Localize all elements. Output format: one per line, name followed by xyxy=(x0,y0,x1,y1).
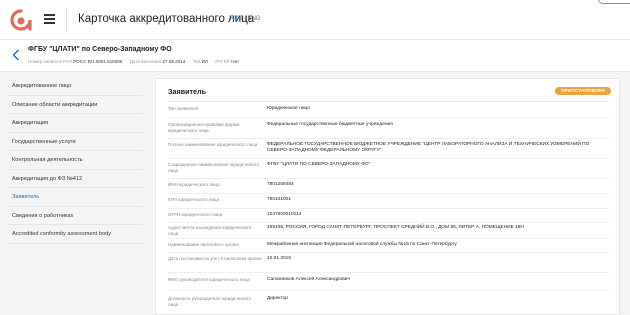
page-title: Карточка аккредитованного лица xyxy=(78,13,255,25)
sidebar-item-applicant[interactable]: Заявитель xyxy=(8,188,143,207)
language-switch: RUS | ENG xyxy=(230,16,261,22)
sidebar-item-label: Заявитель xyxy=(12,194,40,200)
sidebar: Аккредитованное лицо Описание области ак… xyxy=(8,77,143,244)
field-row: ФИО руководителя юридического лица Сапож… xyxy=(168,277,609,291)
field-value: 10.01.2015 xyxy=(267,256,292,261)
meta-value: Нет xyxy=(231,59,240,64)
sidebar-item-label: Accredited conformity assessment body xyxy=(12,231,111,237)
sidebar-item-label: Государственные услуги xyxy=(12,138,76,145)
record-title: ФГБУ "ЦЛАТИ" по Северо-Западному ФО xyxy=(28,46,172,53)
top-right-button[interactable] xyxy=(598,0,630,4)
field-label: Тип заявителя xyxy=(168,106,199,111)
field-row: КПП юридического лица 780101001 xyxy=(168,197,609,209)
field-row: Наименование налогового органа Межрайонн… xyxy=(168,242,609,253)
back-arrow-icon[interactable] xyxy=(12,49,20,61)
field-value: Юридическое лицо xyxy=(267,106,310,111)
header-divider xyxy=(66,8,67,32)
field-row: Дата постановки на учет в налоговом орга… xyxy=(168,256,609,273)
sidebar-item-accredited-body[interactable]: Accredited conformity assessment body xyxy=(8,225,143,244)
field-row: Должность руководителя юридического лица… xyxy=(168,296,609,312)
field-value: Сапожников Алексей Александрович xyxy=(267,277,350,282)
field-label: Организационно-правовая форма юридическо… xyxy=(168,122,240,133)
meta-value: РОСС RU.0001.515006 xyxy=(73,59,123,64)
field-value: Межрайонная инспекция Федеральной налого… xyxy=(267,242,457,247)
field-label: ИНН юридического лица xyxy=(168,182,220,187)
sidebar-item-label: Аккредитация xyxy=(12,120,49,126)
sidebar-item-fz412[interactable]: Аккредитация до ФЗ №412 xyxy=(8,170,143,188)
field-value: Директор xyxy=(267,296,288,301)
field-value: 199106, РОССИЯ, ГОРОД САНКТ-ПЕТЕРБУРГ, П… xyxy=(267,225,524,230)
field-row: Организационно-правовая форма юридическо… xyxy=(168,122,609,139)
meta-value: ИЛ xyxy=(201,59,208,64)
sidebar-item-scope[interactable]: Описание области аккредитации xyxy=(8,96,143,114)
sidebar-item-label: Аккредитация до ФЗ №412 xyxy=(12,175,83,182)
field-label: ОГРН юридического лица xyxy=(168,212,223,217)
field-row: Сокращенное наименование юридического ли… xyxy=(168,162,609,179)
field-label: Сокращенное наименование юридического ли… xyxy=(168,162,259,173)
field-value: ФЕДЕРАЛЬНОЕ ГОСУДАРСТВЕННОЕ БЮДЖЕТНОЕ УЧ… xyxy=(267,142,590,153)
field-label: Должность руководителя юридического лица xyxy=(168,296,252,307)
field-row: ИНН юридического лица 7801258484 xyxy=(168,182,609,194)
status-badge: ПРИОСТАНОВЛЕН xyxy=(555,87,611,95)
field-row: Полное наименование юридического лица ФЕ… xyxy=(168,142,609,159)
field-label: Наименование налогового органа xyxy=(168,242,239,247)
menu-icon[interactable] xyxy=(44,14,55,24)
field-label: КПП юридического лица xyxy=(168,197,220,202)
field-row: Тип заявителя Юридическое лицо xyxy=(168,106,609,118)
meta-label: Номер записи в РАЛ xyxy=(28,59,72,64)
sidebar-item-employees[interactable]: Сведения о работниках xyxy=(8,207,143,225)
meta-value: 27.08.2014 xyxy=(162,59,186,64)
meta-label: Тип xyxy=(192,59,201,64)
field-row: Адрес места нахождения юридического лица… xyxy=(168,225,609,239)
record-meta: Номер записи в РАЛ РОСС RU.0001.515006 Д… xyxy=(28,59,245,64)
sidebar-item-label: Описание области аккредитации xyxy=(12,101,98,108)
lang-ru-link[interactable]: RUS xyxy=(230,16,243,22)
card-title: Заявитель xyxy=(168,87,207,96)
sidebar-item-label: Сведения о работниках xyxy=(12,212,74,219)
sidebar-item-accreditation[interactable]: Аккредитация xyxy=(8,114,143,133)
field-value: Федеральные государственные бюджетные уч… xyxy=(267,122,393,127)
applicant-card: Заявитель ПРИОСТАНОВЛЕН Тип заявителя Юр… xyxy=(155,78,620,315)
field-row: ОГРН юридического лица 1047800010114 xyxy=(168,212,609,223)
sidebar-item-state-services[interactable]: Государственные услуги xyxy=(8,133,143,151)
lang-en-link[interactable]: ENG xyxy=(248,16,261,22)
sidebar-item-label: Контрольная деятельность xyxy=(12,157,83,163)
field-value: ФГБУ "ЦЛАТИ ПО СЕВЕРО-ЗАПАДНОМУ ФО" xyxy=(267,162,371,167)
logo-icon[interactable] xyxy=(10,9,32,31)
top-bar: Карточка аккредитованного лица RUS | ENG xyxy=(0,0,630,40)
field-value: 780101001 xyxy=(267,197,292,202)
sidebar-item-accredited-person[interactable]: Аккредитованное лицо xyxy=(8,77,143,96)
field-value: 1047800010114 xyxy=(267,212,302,217)
meta-label: IPV EP xyxy=(215,59,230,64)
sidebar-item-label: Аккредитованное лицо xyxy=(12,83,72,89)
field-value: 7801258484 xyxy=(267,182,294,187)
field-label: ФИО руководителя юридического лица xyxy=(168,277,250,282)
field-label: Дата постановки на учет в налоговом орга… xyxy=(168,256,262,261)
field-label: Полное наименование юридического лица xyxy=(168,142,258,147)
sidebar-item-control[interactable]: Контрольная деятельность xyxy=(8,151,143,170)
card-divider xyxy=(168,101,609,102)
field-label: Адрес места нахождения юридического лица xyxy=(168,225,252,236)
meta-label: Дата внесения xyxy=(129,59,162,64)
record-header: ФГБУ "ЦЛАТИ" по Северо-Западному ФО Номе… xyxy=(0,40,630,72)
